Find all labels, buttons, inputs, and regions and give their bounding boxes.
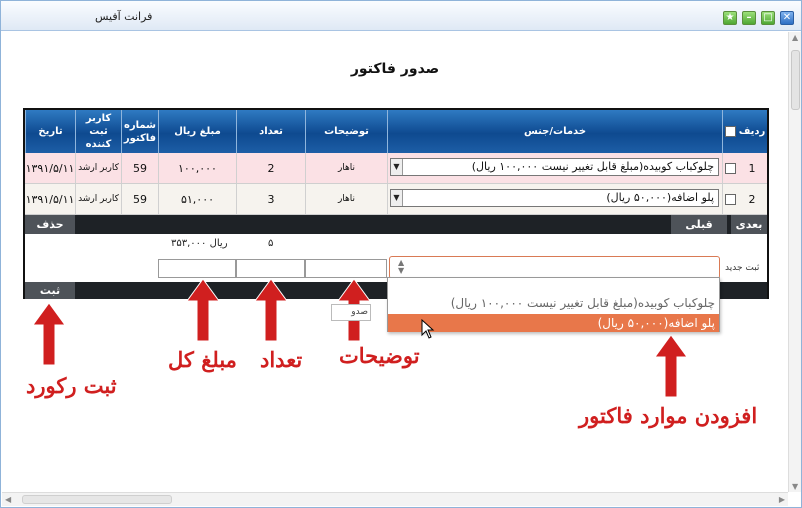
header-user: کاربر ثبت کننده [75,110,121,153]
header-description: توضیحات [305,110,387,153]
row-number: 2 [748,192,756,206]
select-all-checkbox[interactable] [724,126,736,137]
total-amount: ۳۵۳,۰۰۰ ریال [171,238,228,249]
service-cell: ▼ چلوکباب کوبیده(مبلغ قابل تغییر نیست ۱۰… [387,153,722,183]
star-icon[interactable]: ★ [723,11,737,25]
arrow-up-icon [255,279,287,341]
header-invoice-no: شماره فاکتور [121,110,158,153]
page-title: صدور فاکتور [350,61,440,77]
row-checkbox-cell [722,184,737,214]
new-entry-label: ثبت جدید [725,263,760,273]
scroll-thumb[interactable] [791,50,800,110]
prev-page-button[interactable]: قبلی [671,215,727,234]
window-title: فرانت آفیس [95,10,153,23]
next-page-button[interactable]: بعدی [731,215,767,234]
invoice-no-cell: 59 [121,184,158,214]
scroll-thumb[interactable] [22,495,172,504]
pager-bar: بعدی قبلی حذف [25,215,767,234]
delete-button[interactable]: حذف [25,215,75,234]
row-number: 1 [748,161,756,175]
user-cell: کاربر ارشد [75,153,121,183]
scroll-up-icon[interactable]: ▲ [792,33,798,42]
dropdown-arrow-icon[interactable]: ▼ [391,159,403,175]
vertical-scrollbar[interactable]: ▲ ▼ [788,32,801,492]
row-checkbox[interactable] [724,162,736,174]
issue-invoice-button[interactable]: صدو [331,304,371,321]
quantity-cell[interactable]: 2 [236,153,305,183]
dropdown-option[interactable]: چلوکباب کوبیده(مبلغ قابل تغییر نیست ۱۰۰,… [388,294,719,312]
row-checkbox[interactable] [724,193,736,205]
amount-cell[interactable]: ۵۱,۰۰۰ [158,184,236,214]
arrow-up-icon [187,279,219,341]
invoice-grid: ردیف خدمات/جنس توضیحات تعداد مبلغ ریال ش… [23,108,769,299]
scroll-down-icon[interactable]: ▼ [792,482,798,491]
dropdown-arrow-icon[interactable]: ▼ [391,190,403,206]
date-cell: ۱۳۹۱/۵/۱۱ [25,192,75,206]
header-amount: مبلغ ریال [158,110,236,153]
mouse-cursor-icon [421,319,435,339]
title-bar: ★ – □ ✕ فرانت آفیس [1,1,801,31]
table-row[interactable]: 2 ▼ پلو اضافه(۵۰,۰۰۰ ریال) ناهار 3 ۵۱,۰۰… [25,184,767,215]
annotation-quantity: تعداد [260,347,303,372]
invoice-no-cell: 59 [121,153,158,183]
table-row[interactable]: 1 ▼ چلوکباب کوبیده(مبلغ قابل تغییر نیست … [25,153,767,184]
new-service-combobox[interactable]: ▲ ▼ [389,256,720,279]
new-description-input[interactable] [305,259,387,278]
arrow-up-icon [655,335,687,397]
scroll-right-icon[interactable]: ▶ [779,495,785,504]
scroll-left-icon[interactable]: ◀ [5,495,11,504]
header-row-no: ردیف [737,110,767,153]
row-checkbox-cell [722,153,737,183]
description-cell[interactable]: ناهار [305,153,387,183]
description-cell[interactable]: ناهار [305,184,387,214]
dropdown-option-highlighted[interactable]: پلو اضافه(۵۰,۰۰۰ ریال) [388,314,719,332]
header-quantity: تعداد [236,110,305,153]
header-select-all [722,110,737,153]
service-select[interactable]: ▼ چلوکباب کوبیده(مبلغ قابل تغییر نیست ۱۰… [390,158,719,176]
annotation-add-items: افزودن موارد فاکتور [579,403,758,428]
spinner-icon[interactable]: ▲ ▼ [398,259,404,275]
total-quantity: ۵ [268,238,274,249]
header-services: خدمات/جنس [387,110,722,153]
horizontal-scrollbar[interactable]: ◀ ▶ [2,492,788,506]
arrow-up-icon [33,303,65,365]
new-quantity-input[interactable] [236,259,305,278]
app-window: ★ – □ ✕ فرانت آفیس صدور فاکتور ردیف خدما… [0,0,802,508]
service-cell: ▼ پلو اضافه(۵۰,۰۰۰ ریال) [387,184,722,214]
amount-cell[interactable]: ۱۰۰,۰۰۰ [158,153,236,183]
new-amount-input[interactable] [158,259,236,278]
maximize-button[interactable]: □ [761,11,775,25]
annotation-total-amount: مبلغ کل [168,347,237,372]
minimize-button[interactable]: – [742,11,756,25]
close-button[interactable]: ✕ [780,11,794,25]
quantity-cell[interactable]: 3 [236,184,305,214]
annotation-save-record: ثبت رکورد [26,373,117,398]
date-cell: ۱۳۹۱/۵/۱۱ [25,161,75,175]
header-date: تاریخ [25,110,75,153]
annotation-description: توضیحات [339,343,420,368]
save-button[interactable]: ثبت [25,282,75,299]
service-select[interactable]: ▼ پلو اضافه(۵۰,۰۰۰ ریال) [390,189,719,207]
user-cell: کاربر ارشد [75,184,121,214]
content-area: صدور فاکتور ردیف خدمات/جنس توضیحات تعداد… [2,32,788,490]
service-dropdown-list: چلوکباب کوبیده(مبلغ قابل تغییر نیست ۱۰۰,… [387,277,720,332]
